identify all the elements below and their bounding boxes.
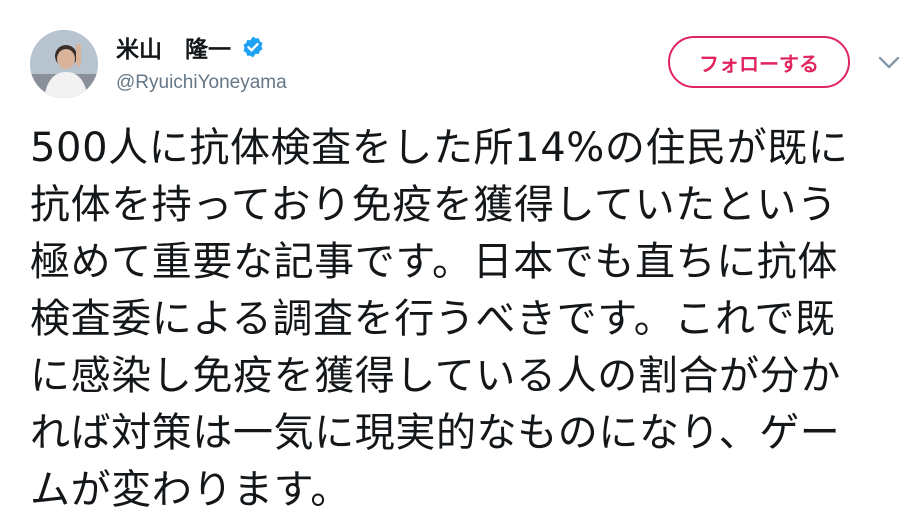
avatar[interactable] — [30, 30, 98, 98]
chevron-down-icon[interactable] — [878, 56, 900, 70]
avatar-image — [30, 30, 98, 98]
tweet-text: 500人に抗体検査をした所14%の住民が既に 抗体を持っており免疫を獲得していた… — [30, 125, 849, 513]
follow-button[interactable]: フォローする — [668, 36, 850, 88]
user-handle[interactable]: @RyuichiYoneyama — [116, 72, 287, 94]
display-name-text: 米山 隆一 — [116, 37, 231, 63]
verified-badge-icon — [243, 36, 263, 58]
display-name[interactable]: 米山 隆一 — [116, 30, 265, 64]
